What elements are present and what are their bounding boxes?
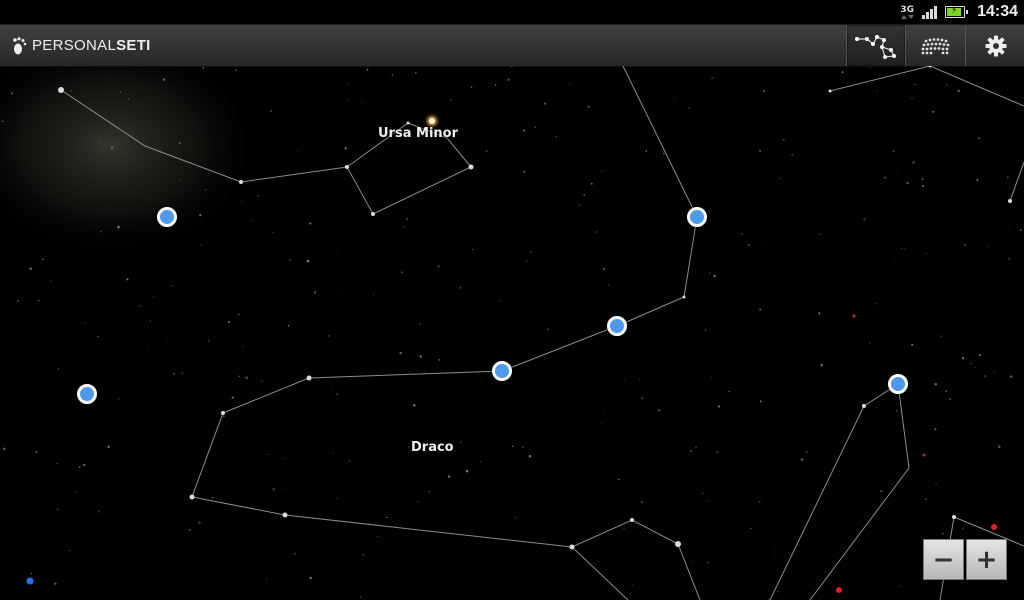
status-icons: 3G ⚡ 14:34: [900, 0, 1018, 24]
seti-signal-marker[interactable]: [77, 384, 97, 404]
seti-signal-marker[interactable]: [157, 207, 177, 227]
star-grid-icon: [921, 37, 950, 54]
constellation-line-right-edge: [1009, 161, 1024, 202]
sky-map-canvas[interactable]: [0, 66, 1024, 600]
charging-icon: ⚡: [951, 6, 958, 16]
app-title-part2: SETI: [116, 37, 151, 54]
constellation-label-draco[interactable]: Draco: [411, 440, 454, 455]
constellation-lines-button[interactable]: [846, 25, 905, 66]
footprint-icon: [13, 36, 27, 54]
app-title-part1: PERSONAL: [32, 37, 117, 54]
star-grid-button[interactable]: [905, 25, 964, 66]
nebula-glow: [0, 66, 260, 256]
seti-signal-marker[interactable]: [687, 207, 707, 227]
network-indicator: 3G: [900, 4, 915, 19]
battery-icon: ⚡: [945, 6, 969, 18]
data-activity-icon: [900, 14, 914, 19]
zoom-out-button[interactable]: −: [923, 539, 964, 580]
gear-icon: [985, 35, 1006, 56]
seti-signal-marker[interactable]: [607, 316, 627, 336]
draco-lines-lower: [571, 546, 629, 600]
signal-strength-icon: [922, 5, 938, 19]
constellation-icon: [855, 34, 896, 59]
zoom-controls: − +: [923, 539, 1007, 580]
status-bar: 3G ⚡ 14:34: [0, 0, 1024, 25]
app-logo: PERSONALSETI: [12, 25, 151, 66]
colored-stars: [26, 314, 997, 593]
network-type: 3G: [900, 4, 915, 15]
action-bar: PERSONALSETI: [0, 25, 1024, 67]
constellation-line-topright: [829, 66, 1024, 107]
app-title: PERSONALSETI: [32, 37, 151, 54]
zoom-in-button[interactable]: +: [966, 539, 1007, 580]
sky-map[interactable]: Ursa Minor Draco: [0, 66, 1024, 600]
seti-signal-marker[interactable]: [492, 361, 512, 381]
settings-button[interactable]: [965, 25, 1024, 66]
clock: 14:34: [977, 3, 1018, 20]
seti-signal-marker[interactable]: [888, 374, 908, 394]
constellation-label-ursa-minor[interactable]: Ursa Minor: [378, 126, 458, 141]
